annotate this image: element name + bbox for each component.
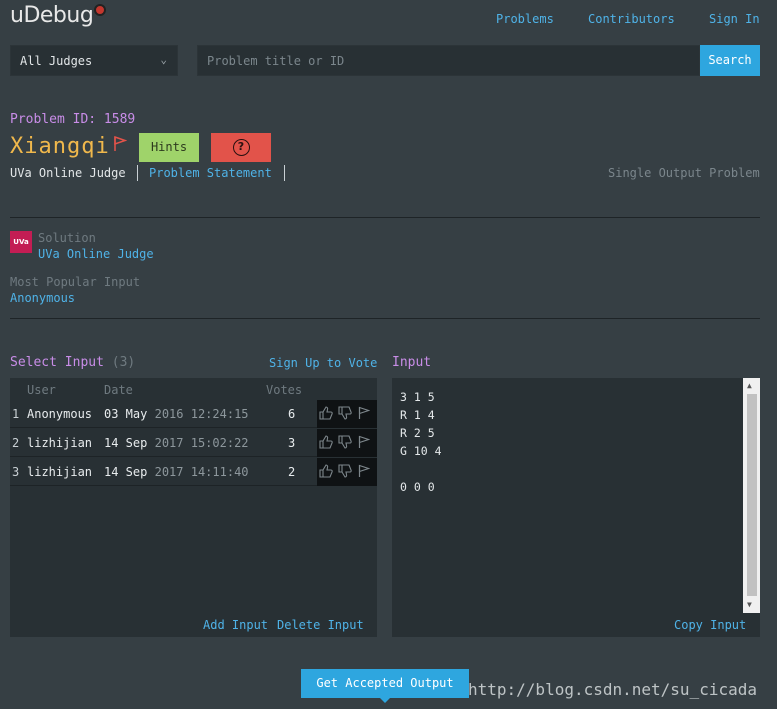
input-textarea[interactable]: 3 1 5 R 1 4 R 2 5 G 10 4 0 0 0 bbox=[400, 388, 442, 496]
hints-button[interactable]: Hints bbox=[139, 133, 199, 162]
table-row[interactable]: 1 Anonymous 03 May 2016 12:24:15 6 bbox=[10, 400, 377, 428]
output-type: Single Output Problem bbox=[608, 166, 760, 180]
row-user: lizhijian bbox=[27, 436, 93, 450]
scroll-thumb[interactable] bbox=[747, 394, 757, 596]
search-button[interactable]: Search bbox=[700, 45, 760, 76]
button-pointer bbox=[379, 697, 391, 703]
thumbs-down-icon[interactable] bbox=[338, 406, 352, 423]
ladybug-icon bbox=[94, 4, 107, 16]
input-title: Input bbox=[392, 355, 432, 370]
column-date: Date bbox=[104, 383, 133, 397]
judge-select[interactable]: All Judges ⌄ bbox=[10, 45, 178, 76]
thumbs-down-icon[interactable] bbox=[338, 435, 352, 452]
row-votes: 6 bbox=[288, 407, 296, 421]
row-number: 2 bbox=[12, 436, 20, 450]
row-date: 14 Sep 2017 14:11:40 bbox=[104, 465, 249, 479]
scrollbar[interactable]: ▲ ▼ bbox=[743, 378, 760, 613]
thumbs-up-icon[interactable] bbox=[319, 406, 333, 423]
watermark: http://blog.csdn.net/su_cicada bbox=[468, 680, 757, 699]
problem-statement-link[interactable]: Problem Statement bbox=[149, 166, 272, 180]
divider bbox=[137, 165, 138, 181]
chevron-down-icon: ⌄ bbox=[160, 53, 167, 66]
udebug-logo[interactable]: uDebug bbox=[10, 3, 107, 28]
vote-controls bbox=[317, 458, 377, 486]
problem-title: Xiangqi bbox=[10, 134, 110, 159]
divider bbox=[10, 318, 760, 319]
help-button[interactable]: ? bbox=[211, 133, 271, 162]
column-votes: Votes bbox=[266, 383, 303, 397]
flag-icon[interactable] bbox=[358, 406, 371, 423]
problem-id: Problem ID: 1589 bbox=[10, 112, 136, 127]
judge-select-value: All Judges bbox=[20, 54, 93, 68]
row-votes: 2 bbox=[288, 465, 296, 479]
table-row[interactable]: 3 lizhijian 14 Sep 2017 14:11:40 2 bbox=[10, 458, 377, 486]
copy-input-link[interactable]: Copy Input bbox=[674, 618, 746, 632]
report-flag-icon[interactable] bbox=[113, 135, 128, 155]
input-panel: 3 1 5 R 1 4 R 2 5 G 10 4 0 0 0 ▲ ▼ Copy … bbox=[392, 378, 760, 637]
scroll-up-icon[interactable]: ▲ bbox=[747, 381, 752, 390]
row-number: 3 bbox=[12, 465, 20, 479]
row-date: 14 Sep 2017 15:02:22 bbox=[104, 436, 249, 450]
solution-source-link[interactable]: UVa Online Judge bbox=[38, 247, 154, 261]
scroll-down-icon[interactable]: ▼ bbox=[747, 600, 752, 609]
add-input-link[interactable]: Add Input bbox=[203, 618, 268, 632]
signup-vote-link[interactable]: Sign Up to Vote bbox=[269, 356, 377, 370]
row-user: Anonymous bbox=[27, 407, 93, 421]
uva-badge: UVa bbox=[10, 231, 32, 253]
flag-icon[interactable] bbox=[358, 435, 371, 452]
table-row[interactable]: 2 lizhijian 14 Sep 2017 15:02:22 3 bbox=[10, 429, 377, 457]
judge-name: UVa Online Judge bbox=[10, 166, 126, 180]
row-user: lizhijian bbox=[27, 465, 93, 479]
popular-input-label: Most Popular Input bbox=[10, 275, 141, 289]
search-input[interactable] bbox=[197, 45, 700, 76]
row-date: 03 May 2016 12:24:15 bbox=[104, 407, 249, 421]
thumbs-down-icon[interactable] bbox=[338, 464, 352, 481]
get-accepted-output-button[interactable]: Get Accepted Output bbox=[301, 669, 469, 698]
question-icon: ? bbox=[232, 139, 250, 156]
popular-input-link[interactable]: Anonymous bbox=[10, 291, 75, 305]
solution-label: Solution bbox=[38, 231, 96, 245]
select-input-title: Select Input (3) bbox=[10, 355, 136, 370]
vote-controls bbox=[317, 429, 377, 457]
row-votes: 3 bbox=[288, 436, 296, 450]
row-number: 1 bbox=[12, 407, 20, 421]
thumbs-up-icon[interactable] bbox=[319, 464, 333, 481]
delete-input-link[interactable]: Delete Input bbox=[277, 618, 364, 632]
divider bbox=[284, 165, 285, 181]
input-list-panel: User Date Votes 1 Anonymous 03 May 2016 … bbox=[10, 378, 377, 637]
vote-controls bbox=[317, 400, 377, 428]
input-count: (3) bbox=[111, 355, 136, 370]
nav-contributors[interactable]: Contributors bbox=[588, 12, 675, 26]
nav-sign-in[interactable]: Sign In bbox=[709, 12, 760, 26]
thumbs-up-icon[interactable] bbox=[319, 435, 333, 452]
column-user: User bbox=[27, 383, 56, 397]
divider bbox=[10, 217, 760, 218]
nav-problems[interactable]: Problems bbox=[496, 12, 554, 26]
flag-icon[interactable] bbox=[358, 464, 371, 481]
